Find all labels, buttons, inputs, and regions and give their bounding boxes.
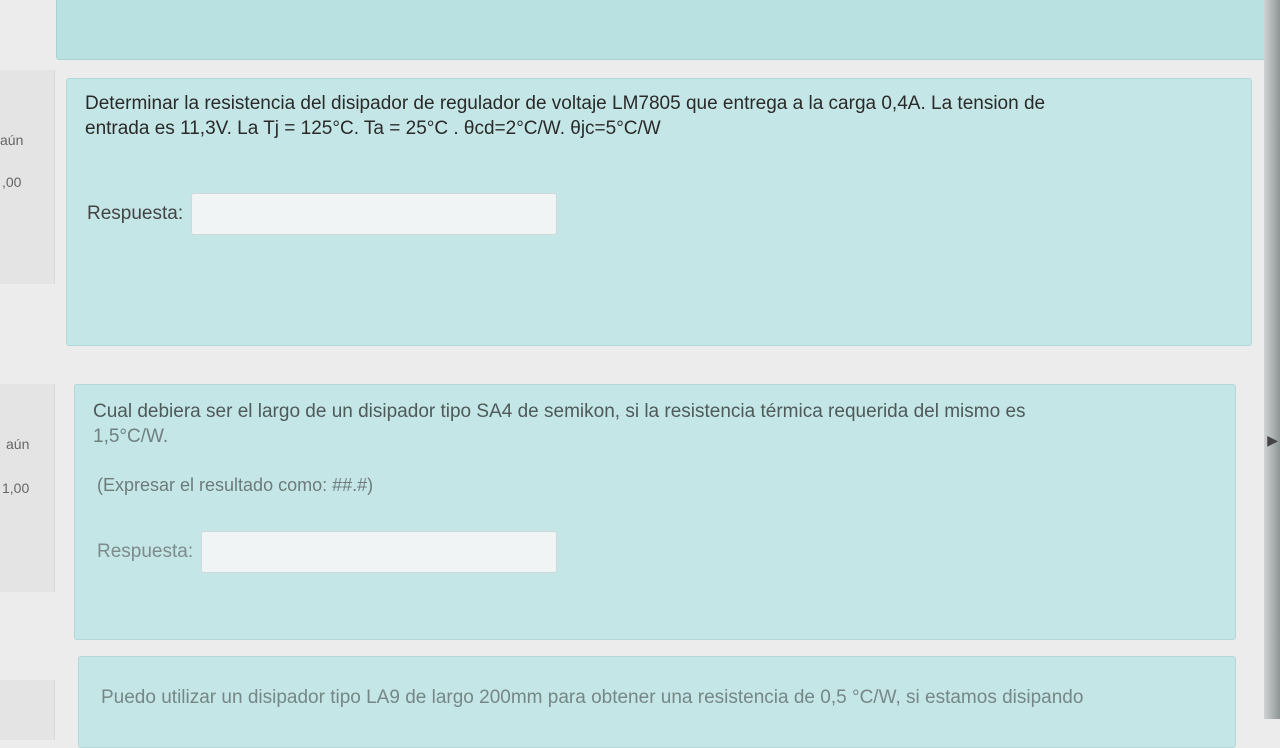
- previous-question-box: [56, 0, 1268, 60]
- question-info-panel: aún ,00: [0, 70, 55, 284]
- question-text-line: Cual debiera ser el largo de un disipado…: [93, 401, 1026, 422]
- chevron-right-icon[interactable]: ▶: [1267, 432, 1278, 449]
- question-box: Puedo utilizar un disipador tipo LA9 de …: [78, 656, 1236, 748]
- answer-row: Respuesta:: [87, 193, 558, 235]
- question-box: Determinar la resistencia del disipador …: [66, 78, 1252, 346]
- question-status: aún: [0, 132, 24, 148]
- question-text-line: 1,5°C/W.: [93, 426, 169, 447]
- answer-input[interactable]: [191, 193, 558, 235]
- question-status: aún: [6, 436, 30, 452]
- answer-input[interactable]: [201, 531, 558, 573]
- question-text-line: entrada es 11,3V. La Tj = 125°C. Ta = 25…: [85, 118, 661, 139]
- answer-format-hint: (Expresar el resultado como: ##.#): [97, 475, 374, 495]
- question-text-line: Puedo utilizar un disipador tipo LA9 de …: [101, 687, 1084, 708]
- question-points: 1,00: [2, 480, 30, 496]
- vertical-scrollbar[interactable]: [1264, 0, 1280, 719]
- question-text: Puedo utilizar un disipador tipo LA9 de …: [101, 685, 1221, 710]
- question-text-line: Determinar la resistencia del disipador …: [85, 93, 1046, 114]
- question-info-panel: [0, 680, 55, 740]
- question-text: Determinar la resistencia del disipador …: [85, 91, 1235, 141]
- question-text: Cual debiera ser el largo de un disipado…: [93, 399, 1213, 449]
- answer-row: Respuesta:: [97, 531, 558, 573]
- answer-label: Respuesta:: [97, 541, 194, 562]
- question-info-panel: aún 1,00: [0, 384, 55, 592]
- question-box: Cual debiera ser el largo de un disipado…: [74, 384, 1236, 640]
- question-points: ,00: [2, 174, 22, 190]
- answer-label: Respuesta:: [87, 203, 184, 224]
